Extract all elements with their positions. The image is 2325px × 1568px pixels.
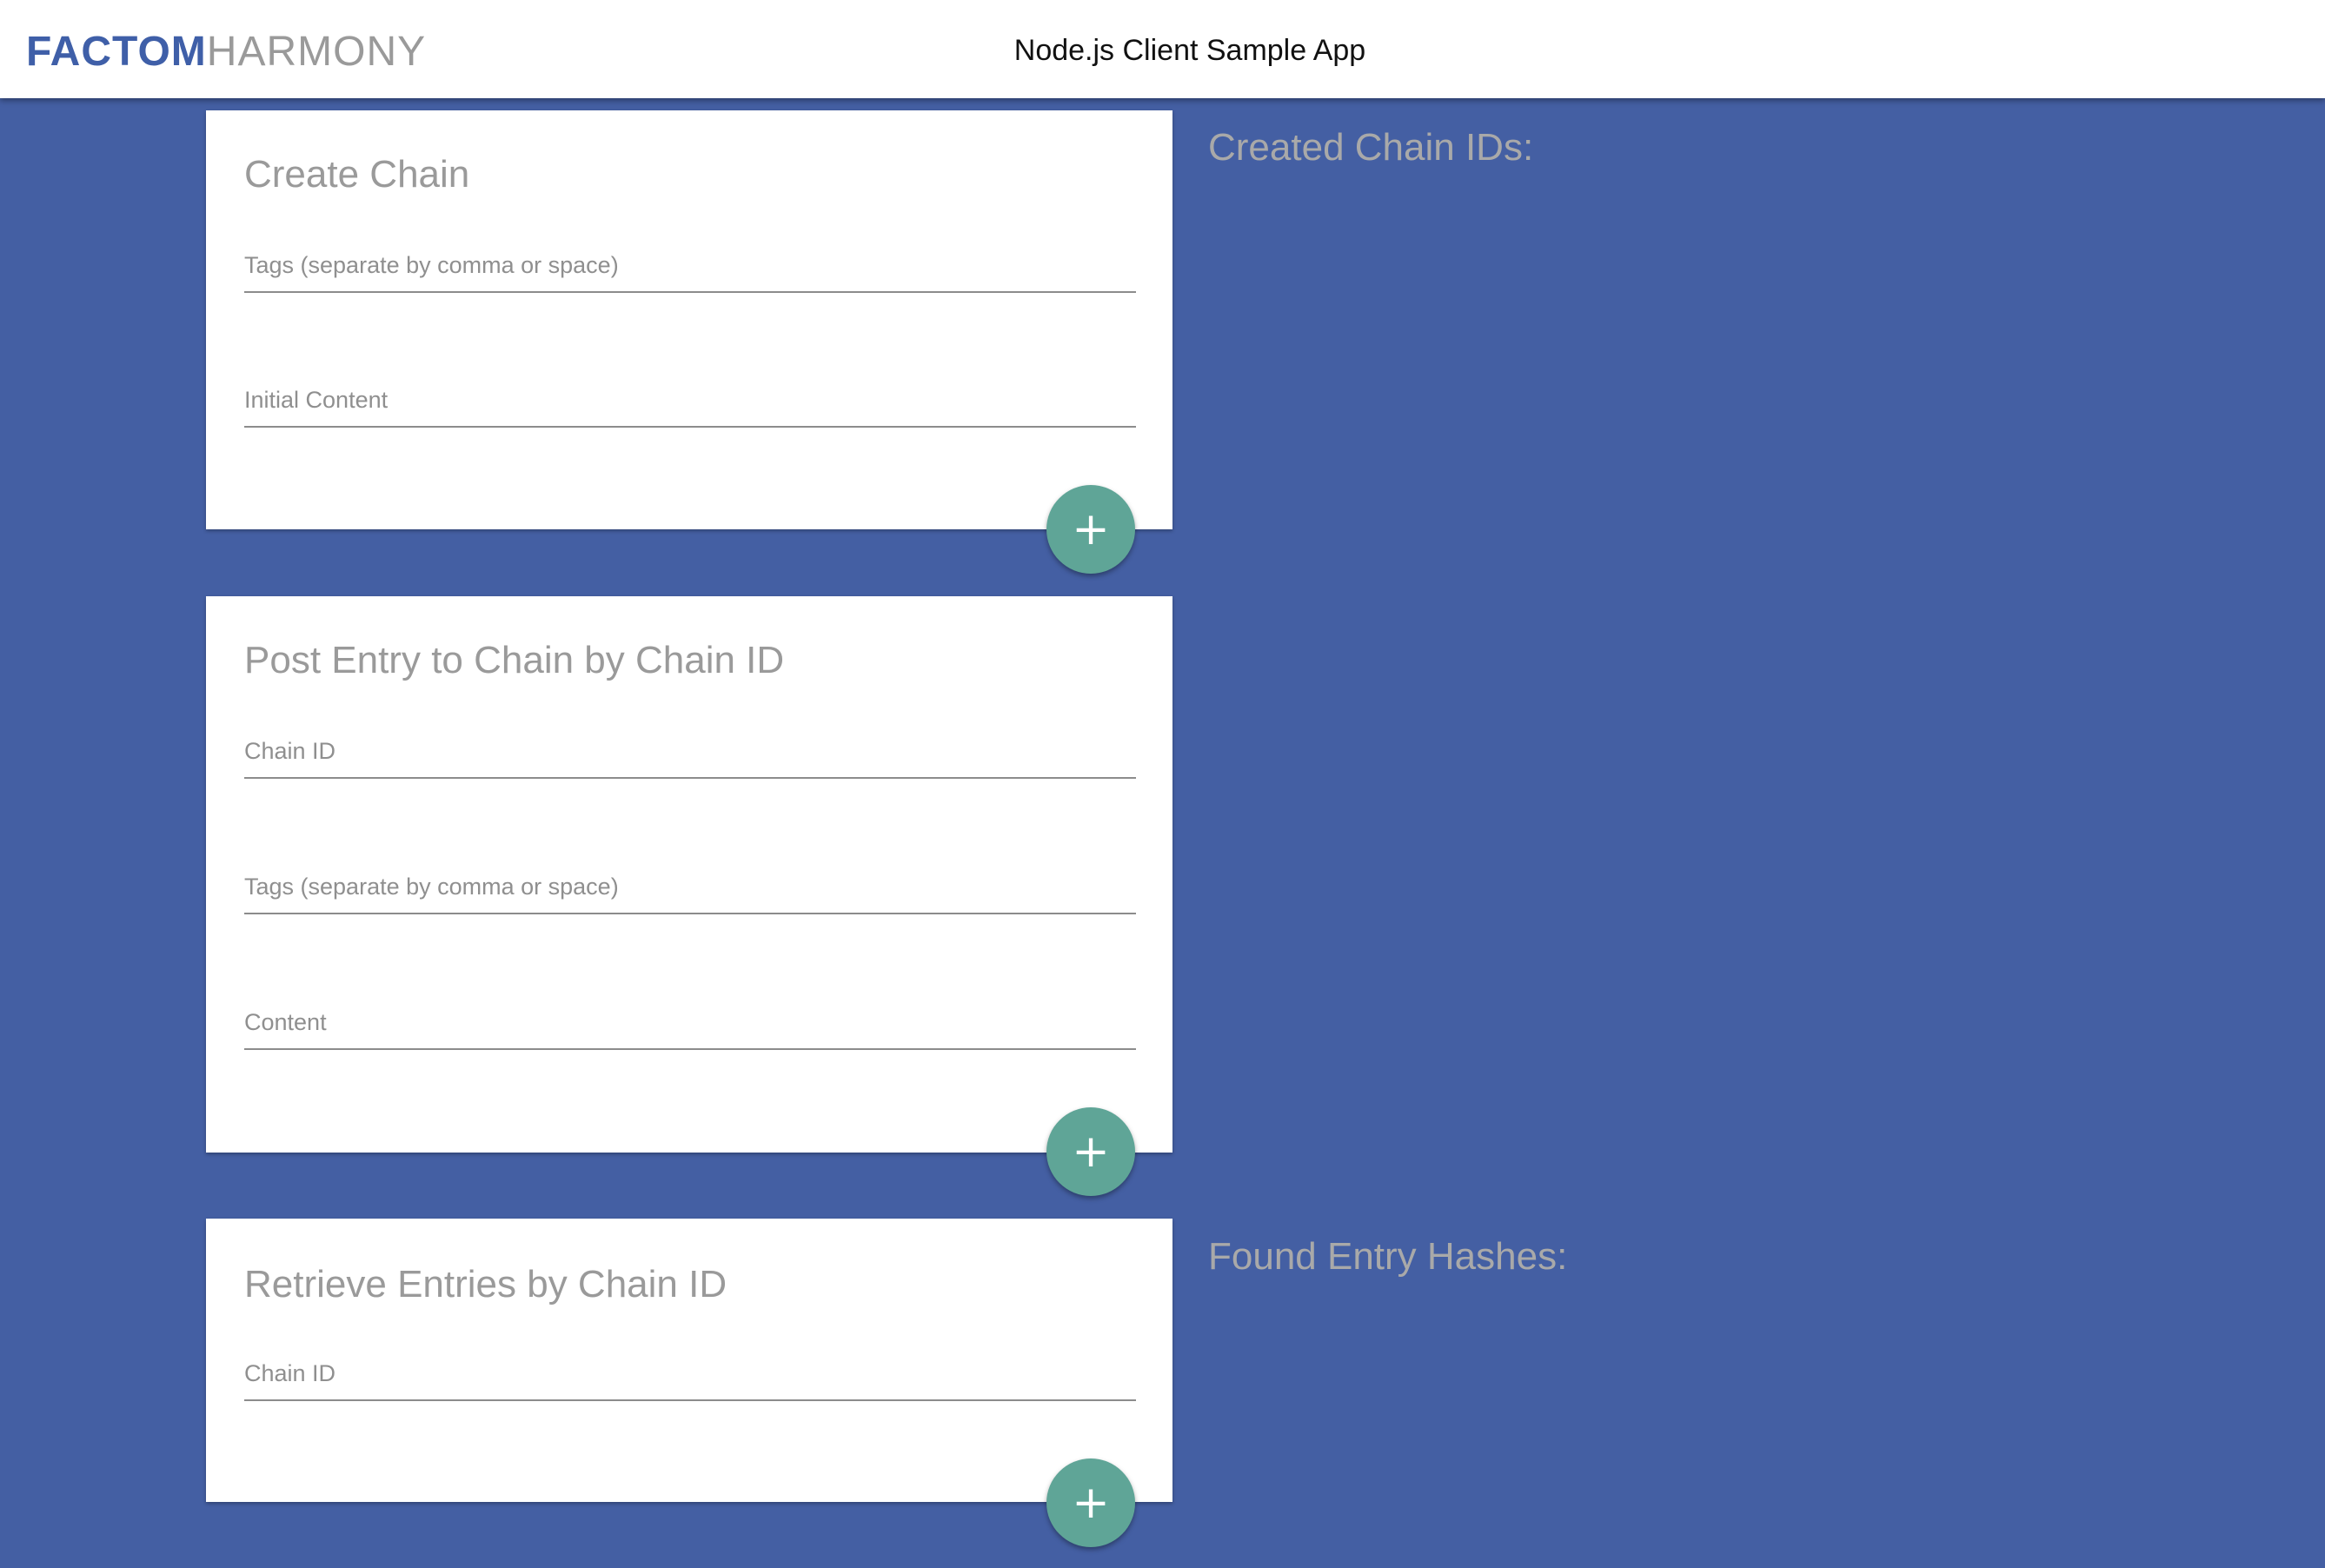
app-title: Node.js Client Sample App <box>1013 34 1366 67</box>
post-entry-add-button[interactable]: + <box>1046 1107 1135 1196</box>
retrieve-entries-chain-id-field <box>244 1352 1136 1401</box>
create-chain-title: Create Chain <box>244 153 470 196</box>
retrieve-entries-card: Retrieve Entries by Chain ID <box>206 1219 1172 1502</box>
found-entry-hashes-heading: Found Entry Hashes: <box>1208 1235 1568 1278</box>
create-chain-content-field <box>244 379 1136 428</box>
app-header: FACTOMHARMONY Node.js Client Sample App <box>0 0 2325 98</box>
create-chain-tags-input[interactable] <box>244 244 1136 286</box>
created-chain-ids-heading: Created Chain IDs: <box>1208 126 1534 169</box>
create-chain-tags-field <box>244 244 1136 293</box>
post-entry-title: Post Entry to Chain by Chain ID <box>244 639 785 681</box>
post-entry-content-field <box>244 1001 1136 1050</box>
create-chain-content-input[interactable] <box>244 379 1136 421</box>
post-entry-chain-id-field <box>244 730 1136 779</box>
create-chain-card: Create Chain <box>206 110 1172 529</box>
create-chain-add-button[interactable]: + <box>1046 485 1135 574</box>
post-entry-content-input[interactable] <box>244 1001 1136 1043</box>
retrieve-entries-add-button[interactable]: + <box>1046 1458 1135 1547</box>
retrieve-entries-title: Retrieve Entries by Chain ID <box>244 1263 727 1306</box>
post-entry-tags-input[interactable] <box>244 866 1136 907</box>
retrieve-entries-chain-id-input[interactable] <box>244 1352 1136 1394</box>
post-entry-card: Post Entry to Chain by Chain ID <box>206 596 1172 1153</box>
post-entry-tags-field <box>244 866 1136 914</box>
post-entry-chain-id-input[interactable] <box>244 730 1136 772</box>
